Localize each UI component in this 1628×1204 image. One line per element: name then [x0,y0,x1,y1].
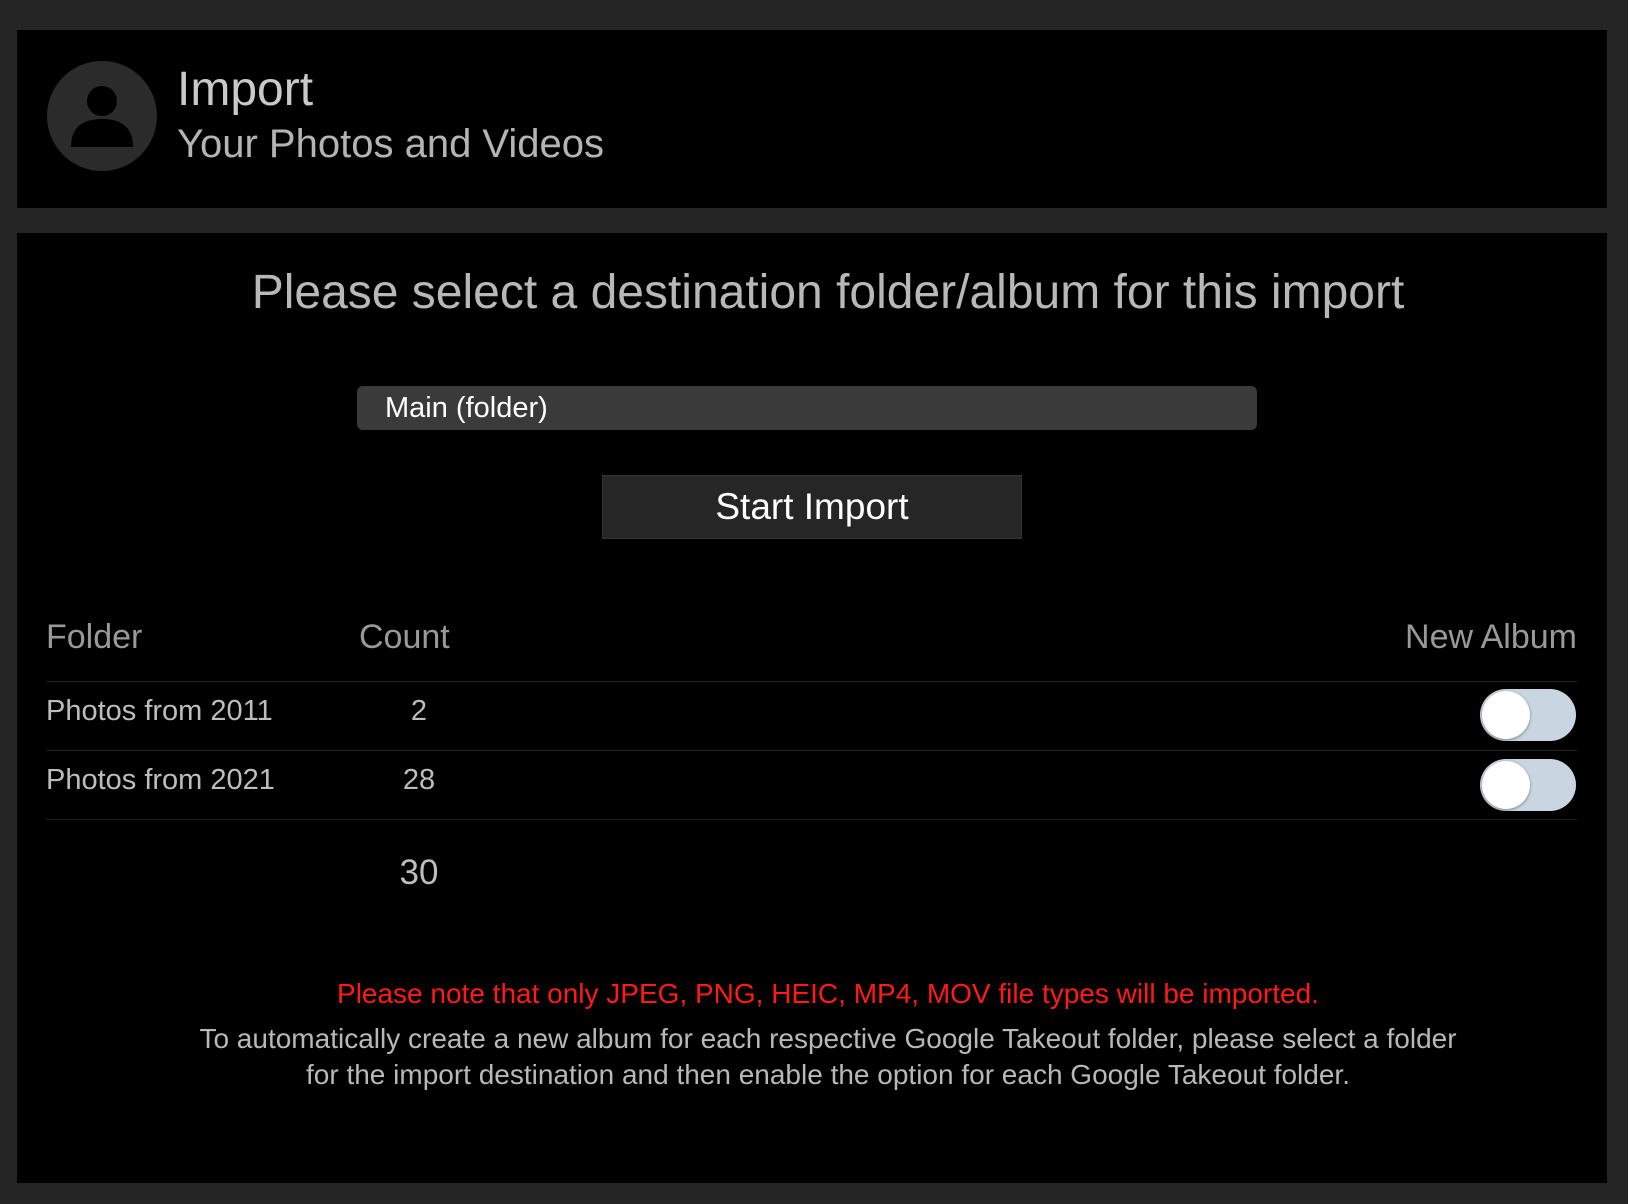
new-album-toggle[interactable] [1480,689,1576,741]
help-text-line: To automatically create a new album for … [199,1023,1457,1054]
toggle-knob [1482,691,1530,739]
folder-count: 28 [402,764,436,796]
column-header-count: Count [359,618,450,656]
folder-count: 2 [410,695,428,727]
start-import-button[interactable]: Start Import [602,475,1022,539]
help-text-line: for the import destination and then enab… [306,1059,1350,1090]
folder-name: Photos from 2021 [46,764,275,796]
page-title: Import [177,63,314,116]
total-count: 30 [399,853,439,892]
header-bar: Import Your Photos and Videos [17,30,1607,208]
page-subtitle: Your Photos and Videos [177,122,605,166]
toggle-knob [1482,761,1530,809]
import-panel: Please select a destination folder/album… [17,233,1607,1183]
file-type-warning: Please note that only JPEG, PNG, HEIC, M… [337,978,1319,1009]
folder-name: Photos from 2011 [46,695,273,727]
user-icon [47,61,157,171]
column-header-folder: Folder [46,618,143,656]
column-header-new-album: New Album [1405,618,1577,656]
new-album-toggle[interactable] [1480,759,1576,811]
destination-prompt: Please select a destination folder/album… [251,266,1405,319]
destination-select[interactable]: Main (folder) [357,386,1257,430]
table-divider [46,681,1577,682]
table-divider [46,750,1577,751]
table-divider [46,819,1577,820]
